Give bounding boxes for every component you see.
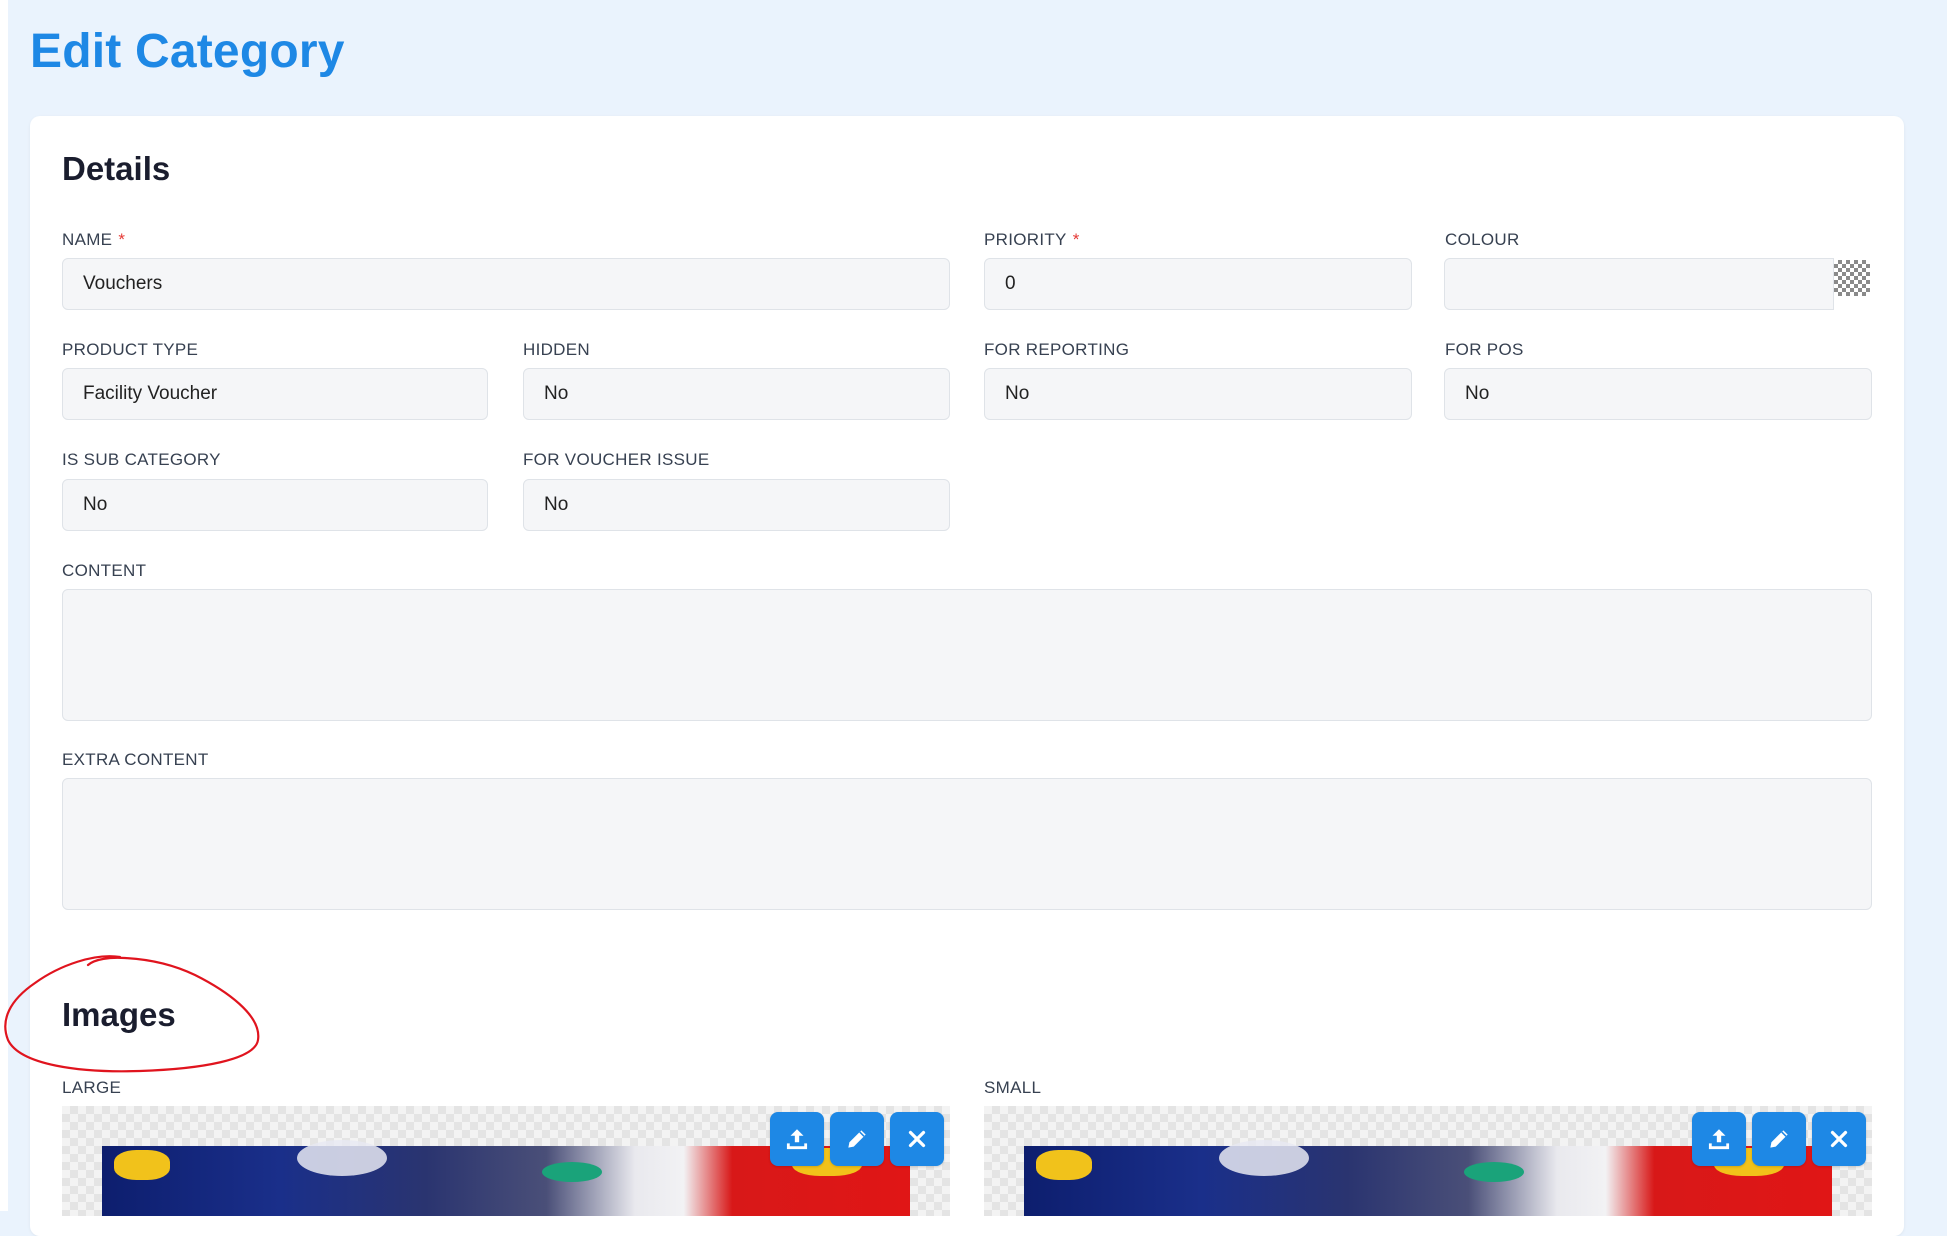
close-icon xyxy=(1830,1130,1848,1148)
for-reporting-value: No xyxy=(1005,383,1030,404)
upload-icon xyxy=(1708,1129,1730,1150)
small-image-actions xyxy=(1692,1112,1866,1166)
priority-required-mark: * xyxy=(1072,230,1080,249)
pencil-icon xyxy=(848,1130,866,1148)
colour-swatch[interactable] xyxy=(1834,260,1870,296)
is-sub-category-label: IS SUB CATEGORY xyxy=(62,450,221,469)
for-voucher-issue-field[interactable]: No xyxy=(523,479,950,531)
extra-content-field[interactable] xyxy=(62,778,1872,910)
colour-label: COLOUR xyxy=(1445,230,1520,249)
for-reporting-label: FOR REPORTING xyxy=(984,340,1130,359)
for-pos-field[interactable]: No xyxy=(1444,368,1872,420)
content-field[interactable] xyxy=(62,589,1872,721)
is-sub-category-value: No xyxy=(83,494,108,515)
product-type-value: Facility Voucher xyxy=(83,383,218,404)
name-label-text: NAME xyxy=(62,230,113,249)
for-voucher-issue-label: FOR VOUCHER ISSUE xyxy=(523,450,710,469)
content-label: CONTENT xyxy=(62,561,147,580)
for-reporting-field[interactable]: No xyxy=(984,368,1412,420)
small-edit-button[interactable] xyxy=(1752,1112,1806,1166)
page-title: Edit Category xyxy=(30,25,345,78)
small-image-label: SMALL xyxy=(984,1078,1042,1097)
hidden-label: HIDDEN xyxy=(523,340,590,359)
for-pos-value: No xyxy=(1465,383,1490,404)
edit-category-card: Details NAME * Vouchers PRIORITY * 0 COLOU… xyxy=(30,116,1904,1236)
for-pos-label: FOR POS xyxy=(1445,340,1524,359)
hidden-field[interactable]: No xyxy=(523,368,950,420)
for-voucher-issue-value: No xyxy=(544,494,569,515)
close-icon xyxy=(908,1130,926,1148)
large-upload-button[interactable] xyxy=(770,1112,824,1166)
product-type-field[interactable]: Facility Voucher xyxy=(62,368,488,420)
colour-field[interactable] xyxy=(1444,258,1834,310)
priority-value: 0 xyxy=(1005,273,1016,294)
name-label: NAME * xyxy=(62,230,125,250)
pencil-icon xyxy=(1770,1130,1788,1148)
large-edit-button[interactable] xyxy=(830,1112,884,1166)
hidden-value: No xyxy=(544,383,569,404)
large-image-panel xyxy=(62,1106,950,1216)
name-value: Vouchers xyxy=(83,273,163,294)
details-heading: Details xyxy=(62,150,171,187)
annotation-circle xyxy=(4,955,260,1073)
large-remove-button[interactable] xyxy=(890,1112,944,1166)
large-image-actions xyxy=(770,1112,944,1166)
priority-label: PRIORITY * xyxy=(984,230,1080,250)
small-upload-button[interactable] xyxy=(1692,1112,1746,1166)
small-remove-button[interactable] xyxy=(1812,1112,1866,1166)
product-type-label: PRODUCT TYPE xyxy=(62,340,199,359)
extra-content-label: EXTRA CONTENT xyxy=(62,750,209,769)
small-image-panel xyxy=(984,1106,1872,1216)
is-sub-category-field[interactable]: No xyxy=(62,479,488,531)
name-field[interactable]: Vouchers xyxy=(62,258,950,310)
priority-field[interactable]: 0 xyxy=(984,258,1412,310)
upload-icon xyxy=(786,1129,808,1150)
priority-label-text: PRIORITY xyxy=(984,230,1067,249)
name-required-mark: * xyxy=(118,230,126,249)
